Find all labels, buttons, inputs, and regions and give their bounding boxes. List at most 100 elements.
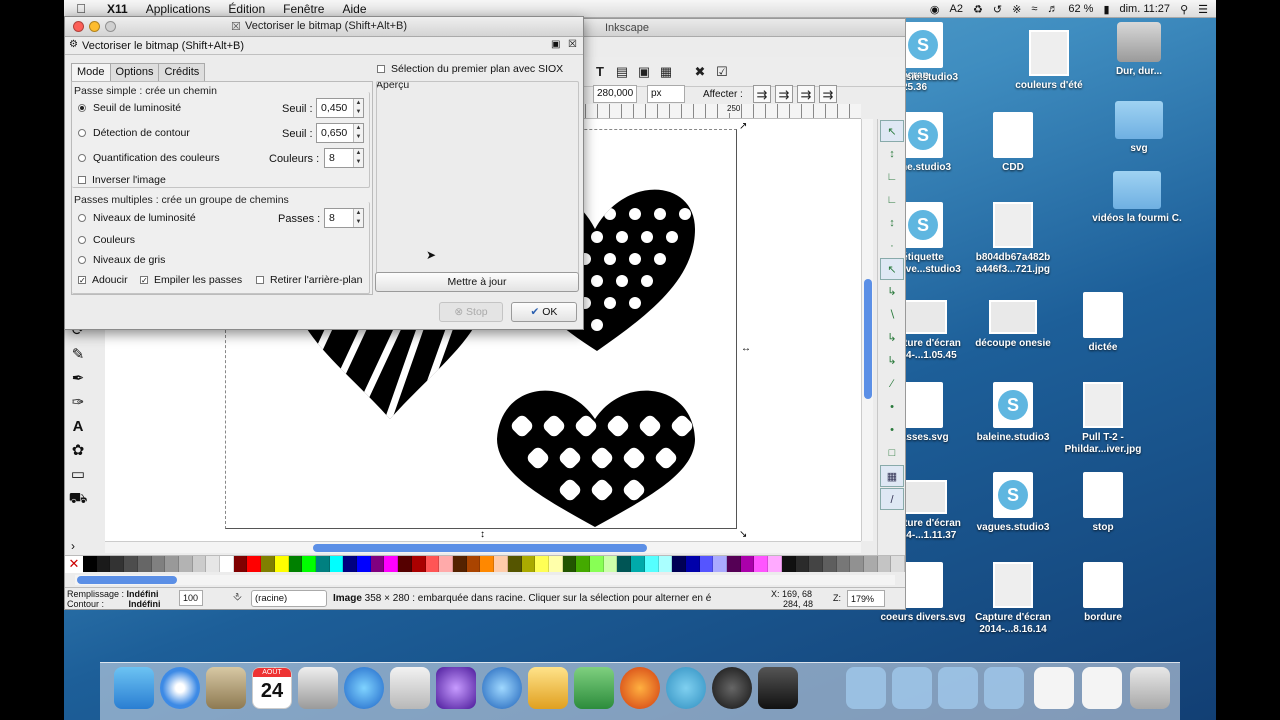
desktop-icon[interactable]: Pull T-2 - Phildar...iver.jpg — [1056, 382, 1150, 456]
passes-field[interactable]: 8 ▲ ▼ — [324, 208, 364, 228]
apple-menu-icon[interactable]:  — [64, 1, 98, 16]
finder-icon[interactable] — [114, 667, 154, 709]
scale-stroke-icon[interactable]: ⇉ — [753, 85, 771, 103]
move-gradients-icon[interactable]: ⇉ — [797, 85, 815, 103]
color-swatch[interactable] — [124, 556, 138, 572]
notes-icon[interactable] — [528, 667, 568, 709]
color-swatch[interactable] — [302, 556, 316, 572]
desktop-icon[interactable]: couleurs d'été — [1002, 30, 1096, 92]
color-swatch[interactable] — [644, 556, 659, 572]
snap-bbox-icon[interactable]: ↕ — [880, 143, 904, 165]
minimize-window-button[interactable] — [89, 21, 100, 32]
smooth-option[interactable]: ✓ Adoucir — [78, 274, 128, 286]
color-swatch[interactable] — [864, 556, 878, 572]
desktop-icon[interactable]: bordure — [1056, 562, 1150, 624]
color-swatch[interactable] — [274, 556, 289, 572]
battery-status[interactable]: 62 % — [1068, 3, 1093, 15]
desktop-icon[interactable]: dictée — [1056, 292, 1150, 354]
color-swatch[interactable] — [343, 556, 358, 572]
invert-option[interactable]: Inverser l'image — [78, 174, 166, 186]
move-patterns-icon[interactable]: ⇉ — [819, 85, 837, 103]
color-swatch[interactable] — [658, 556, 673, 572]
edge-option[interactable]: Détection de contour — [78, 127, 190, 139]
align-icon[interactable]: ▣ — [635, 63, 653, 81]
firefox-icon[interactable] — [620, 667, 660, 709]
color-swatch[interactable] — [110, 556, 125, 572]
opacity-field[interactable]: 100 — [179, 590, 203, 606]
close-panel-icon[interactable]: ☒ — [568, 39, 577, 50]
resize-handle-e[interactable]: ↔ — [741, 343, 751, 354]
unit-select[interactable]: px — [647, 85, 685, 103]
desktop-icon[interactable]: baleine.studio3 — [966, 382, 1060, 444]
itunes-icon[interactable] — [344, 667, 384, 709]
color-swatch[interactable] — [617, 556, 632, 572]
documents-folder-icon[interactable] — [892, 667, 932, 709]
lock-icon[interactable]: ⎀ — [233, 591, 242, 604]
color-swatch[interactable] — [850, 556, 865, 572]
desktop-icon[interactable]: découpe onesie — [966, 292, 1060, 350]
color-swatch[interactable] — [768, 556, 782, 572]
stack-checkbox[interactable]: ✓ — [140, 276, 148, 285]
levels-option[interactable]: Niveaux de luminosité — [78, 212, 196, 224]
quantization-radio[interactable] — [78, 154, 86, 162]
grayscale-radio[interactable] — [78, 256, 86, 264]
dock-panel-icon[interactable]: ▣ — [551, 39, 560, 50]
snap-edge-icon[interactable]: ∟ — [880, 166, 904, 188]
preferences-icon[interactable]: ✖ — [691, 63, 709, 81]
color-swatch[interactable] — [452, 556, 467, 572]
recent-image-icon[interactable] — [1082, 667, 1122, 709]
remove-bg-option[interactable]: Retirer l'arrière-plan — [256, 274, 362, 286]
color-swatch[interactable] — [631, 556, 645, 572]
color-swatch[interactable] — [809, 556, 823, 572]
color-swatch[interactable] — [535, 556, 549, 572]
quicktime-icon[interactable] — [482, 667, 522, 709]
color-swatch[interactable] — [288, 556, 303, 572]
color-swatch[interactable] — [576, 556, 591, 572]
volume-icon[interactable]: ♬ — [1047, 3, 1058, 15]
x11-dock-icon[interactable] — [298, 667, 338, 709]
palette-scrollbar[interactable] — [75, 575, 895, 585]
desktop-icon[interactable]: vagues.studio3 — [966, 472, 1060, 534]
document-properties-icon[interactable]: ☑ — [713, 63, 731, 81]
iphoto-icon[interactable] — [574, 667, 614, 709]
no-paint-swatch[interactable]: ✕ — [65, 556, 83, 573]
color-swatch[interactable] — [261, 556, 275, 572]
snap-path-icon[interactable]: ↳ — [880, 281, 904, 303]
recent-document-icon[interactable] — [1034, 667, 1074, 709]
desktop-icon[interactable]: b804db67a482b a446f3...721.jpg — [966, 202, 1060, 276]
color-swatch[interactable] — [727, 556, 741, 572]
calligraphy-tool-icon[interactable]: ✑ — [65, 391, 91, 415]
colors-field[interactable]: 8 ▲ ▼ — [324, 148, 364, 168]
resize-handle-se[interactable]: ↘ — [739, 529, 747, 540]
vertical-scrollbar[interactable] — [861, 119, 873, 541]
color-swatch[interactable] — [836, 556, 851, 572]
horizontal-scrollbar[interactable] — [105, 541, 861, 553]
color-swatch[interactable] — [315, 556, 330, 572]
text-tool-icon[interactable]: A — [65, 415, 91, 439]
zoom-field[interactable]: 179% — [847, 590, 885, 607]
color-swatch[interactable] — [685, 556, 700, 572]
color-swatch[interactable] — [521, 556, 536, 572]
snap-smooth-icon[interactable]: ↳ — [880, 350, 904, 372]
color-swatch[interactable] — [425, 556, 440, 572]
color-swatch[interactable] — [178, 556, 193, 572]
snap-toggle-icon[interactable]: ↖ — [880, 120, 904, 142]
height-field[interactable]: 280,000 — [593, 85, 637, 103]
wifi-icon[interactable]: ≈ — [1031, 3, 1037, 15]
color-swatch[interactable] — [822, 556, 837, 572]
invert-checkbox[interactable] — [78, 176, 86, 184]
color-swatch[interactable] — [96, 556, 111, 572]
menu-applications[interactable]: Applications — [137, 2, 220, 16]
color-swatch[interactable] — [206, 556, 221, 572]
silhouette-studio-icon[interactable] — [666, 667, 706, 709]
color-swatch[interactable] — [562, 556, 577, 572]
tab-mode[interactable]: Mode — [71, 63, 111, 81]
quantization-option[interactable]: Quantification des couleurs — [78, 152, 220, 164]
input-method-icon[interactable]: A2 — [950, 3, 963, 15]
siox-checkbox-row[interactable]: Sélection du premier plan avec SIOX — [377, 63, 563, 75]
record-icon[interactable]: ◉ — [930, 3, 940, 16]
tab-options[interactable]: Options — [109, 63, 160, 81]
color-swatch[interactable] — [165, 556, 179, 572]
color-swatch[interactable] — [466, 556, 481, 572]
menu-aide[interactable]: Aide — [333, 2, 375, 16]
